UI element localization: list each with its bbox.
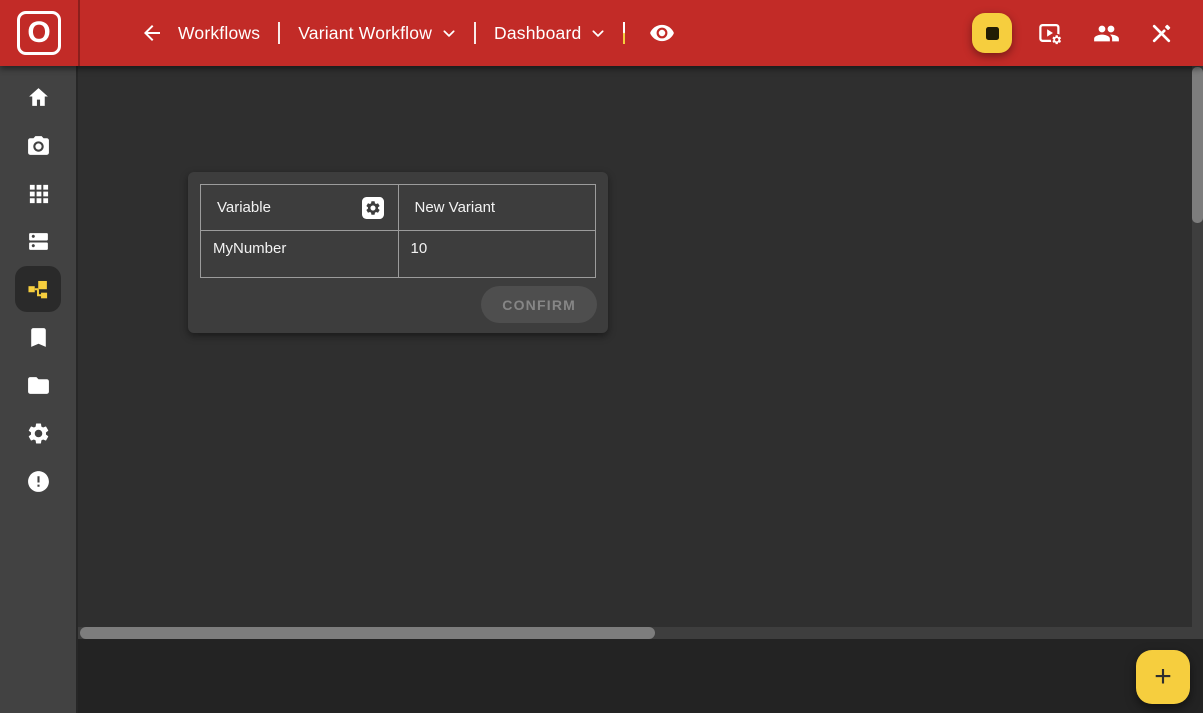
horizontal-scrollbar[interactable] [78, 627, 1203, 639]
app-bar: O Workflows Variant Workflow Dashboard [0, 0, 1203, 66]
workflow-dropdown[interactable]: Variant Workflow [298, 23, 456, 44]
sidebar-item-files[interactable] [15, 362, 61, 408]
chevron-down-icon [442, 26, 456, 40]
sidebar-item-workflows[interactable] [15, 266, 61, 312]
sidebar-item-bookmarks[interactable] [15, 314, 61, 360]
workflow-dropdown-label: Variant Workflow [298, 23, 432, 44]
sidebar-item-home[interactable] [15, 74, 61, 120]
variable-value-cell[interactable]: 10 [398, 231, 596, 278]
plus-icon: + [1154, 662, 1172, 692]
confirm-button[interactable]: CONFIRM [481, 286, 597, 323]
stop-icon [986, 27, 999, 40]
bookmark-icon [26, 325, 51, 350]
logo-letter: O [27, 18, 50, 48]
sidebar [0, 66, 78, 713]
video-settings-icon[interactable] [1033, 16, 1068, 51]
variant-table: Variable New Variant [200, 184, 596, 278]
sidebar-item-settings[interactable] [15, 410, 61, 456]
table-header-row: Variable New Variant [201, 185, 596, 231]
topbar-divider [474, 22, 476, 44]
chevron-down-icon [591, 26, 605, 40]
bottom-panel [78, 639, 1203, 713]
camera-icon [26, 133, 51, 158]
variant-dialog: Variable New Variant [188, 172, 608, 333]
breadcrumb-workflows[interactable]: Workflows [178, 23, 260, 44]
sidebar-item-apps[interactable] [15, 170, 61, 216]
workflow-canvas[interactable] [78, 66, 1203, 627]
topbar-divider [278, 22, 280, 44]
sidebar-item-lists[interactable] [15, 218, 61, 264]
workflow-tree-icon [25, 276, 51, 302]
logo-frame-icon: O [17, 11, 61, 55]
gear-icon [26, 421, 51, 446]
table-row: MyNumber 10 [201, 231, 596, 278]
topbar-divider-accent [623, 22, 625, 44]
tools-icon[interactable] [1145, 17, 1178, 50]
vertical-scrollbar-thumb[interactable] [1192, 67, 1203, 223]
column-header-new-variant: New Variant [415, 199, 496, 216]
view-dropdown-label: Dashboard [494, 23, 581, 44]
folder-icon [26, 373, 51, 398]
eye-icon[interactable] [645, 16, 679, 50]
sidebar-item-camera[interactable] [15, 122, 61, 168]
column-header-variable: Variable [217, 199, 271, 216]
stop-recording-button[interactable] [972, 13, 1012, 53]
dialog-actions: CONFIRM [200, 278, 597, 323]
apps-grid-icon [27, 182, 50, 205]
back-arrow-icon[interactable] [136, 17, 168, 49]
gear-settings-icon[interactable] [361, 196, 385, 220]
view-dropdown[interactable]: Dashboard [494, 23, 605, 44]
sidebar-item-alerts[interactable] [15, 458, 61, 504]
home-icon [26, 85, 51, 110]
topbar-actions [972, 13, 1203, 53]
header-cell-new-variant: New Variant [398, 185, 596, 231]
error-icon [26, 469, 51, 494]
vertical-scrollbar[interactable] [1192, 66, 1203, 627]
header-cell-variable: Variable [201, 185, 399, 231]
dns-list-icon [26, 229, 51, 254]
people-icon[interactable] [1089, 16, 1124, 51]
variable-name-cell: MyNumber [201, 231, 399, 278]
hamburger-menu-icon[interactable] [102, 29, 110, 37]
app-logo: O [0, 0, 80, 66]
horizontal-scrollbar-thumb[interactable] [80, 627, 655, 639]
add-button[interactable]: + [1136, 650, 1190, 704]
